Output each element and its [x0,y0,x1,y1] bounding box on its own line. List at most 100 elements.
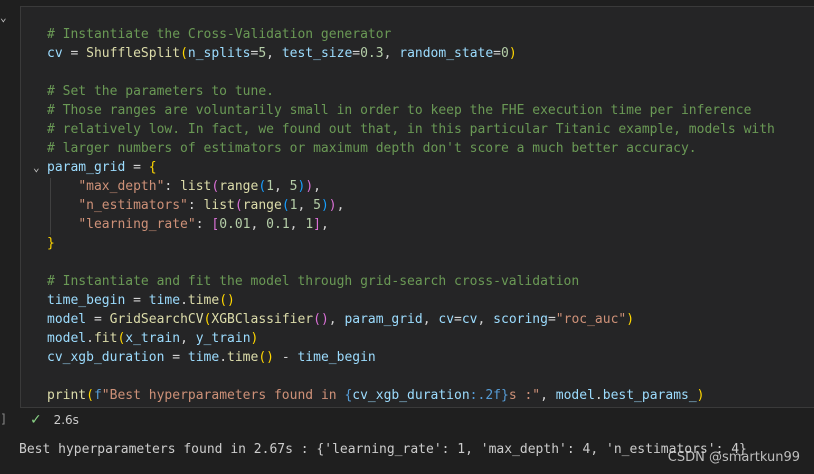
code-token: GridSearchCV [109,312,204,327]
code-line[interactable]: } [47,234,775,253]
code-token: = [86,312,110,327]
code-token: () [313,312,329,327]
code-line[interactable]: model.fit(x_train, y_train) [47,329,775,348]
chevron-down-icon[interactable]: ⌄ [0,12,12,24]
code-token: , [180,331,196,346]
code-token: ( [234,198,243,213]
code-token: 1 [266,179,274,194]
execution-duration: 2.6s [53,413,79,427]
code-token: 5 [313,198,321,213]
code-token: ( [281,198,290,213]
code-token: = [164,350,188,365]
code-token: ) [626,312,635,327]
code-token: , [328,312,345,327]
code-token: range [242,198,282,213]
code-line[interactable]: cv_xgb_duration = time.time() - time_beg… [47,348,775,367]
code-line[interactable]: "n_estimators": list(range(1, 5)), [47,196,775,215]
code-line[interactable]: # relatively low. In fact, we found out … [47,120,775,139]
code-token: time [187,293,220,308]
code-line[interactable] [47,367,775,386]
code-token: = [125,160,149,175]
code-line[interactable]: print(f"Best hyperparameters found in {c… [47,386,775,405]
code-token: } [47,236,55,251]
code-line[interactable]: # Instantiate the Cross-Validation gener… [47,25,775,44]
code-line[interactable]: model = GridSearchCV(XGBClassifier(), pa… [47,310,775,329]
code-token: ) [250,331,259,346]
code-token: . [180,293,188,308]
code-token: scoring [493,312,548,327]
code-token: "n_estimators" [78,198,188,213]
code-editor[interactable]: # Instantiate the Cross-Validation gener… [47,25,775,405]
code-token: . [86,331,94,346]
code-token: = [62,46,87,61]
code-token: fit [93,331,118,346]
code-token: y_train [195,331,251,346]
code-line[interactable]: # Instantiate and fit the model through … [47,272,775,291]
code-token: # Those ranges are voluntarily small in … [47,103,752,118]
code-token: 0.3 [360,46,384,61]
code-token: list [203,198,235,213]
code-token: time [148,293,181,308]
code-token: cv [461,312,478,327]
code-token: :.2f [469,388,501,403]
code-token: ( [258,179,267,194]
cell-marker: ] [0,412,8,426]
code-token: 0.1 [266,217,290,232]
code-token: . [594,388,603,403]
code-line[interactable]: "max_depth": list(range(1, 5)), [47,177,775,196]
code-line[interactable] [47,63,775,82]
code-token: param_grid [47,160,126,175]
code-token: "Best hyperparameters found in [101,388,345,403]
code-token: print [47,388,87,403]
code-token: random_state [399,46,494,61]
code-token: cv_xgb_duration [352,388,470,403]
code-token: best_params_ [602,388,697,403]
code-token: , [383,46,400,61]
code-token: ( [86,388,94,403]
code-token: # larger numbers of estimators or maximu… [47,141,697,156]
code-token: { [148,160,157,175]
code-token: param_grid [344,312,423,327]
code-line[interactable]: # Set the parameters to tune. [47,82,775,101]
notebook-page: ⌄ ⌄ # Instantiate the Cross-Validation g… [0,0,814,474]
code-token: "learning_rate" [78,217,196,232]
code-token: : [187,198,204,213]
code-line[interactable] [47,253,775,272]
code-token: x_train [125,331,181,346]
code-line[interactable]: cv = ShuffleSplit(n_splits=5, test_size=… [47,44,775,63]
code-line[interactable]: # larger numbers of estimators or maximu… [47,139,775,158]
code-token: cv [438,312,455,327]
code-token: , [250,217,267,232]
code-token: cv [47,46,63,61]
cell-gutter [0,6,6,410]
code-token: = [125,293,149,308]
code-token: time [187,350,220,365]
code-token: = [454,312,462,327]
code-token: = [493,46,501,61]
code-line[interactable]: # Those ranges are voluntarily small in … [47,101,775,120]
fold-chevron-icon[interactable]: ⌄ [33,162,40,174]
code-token: , [477,312,494,327]
code-token: model [47,312,87,327]
code-line[interactable]: param_grid = { [47,158,775,177]
code-token: , [540,388,556,403]
code-token: ) [508,46,517,61]
code-token: # Instantiate and fit the model through … [47,274,580,289]
code-token: ) [320,198,329,213]
code-token: = [547,312,556,327]
code-token: : [195,217,212,232]
code-token: , [274,179,290,194]
code-token: # Set the parameters to tune. [47,84,274,99]
code-token: # Instantiate the Cross-Validation gener… [47,27,392,42]
code-token: () [258,350,274,365]
code-token: () [219,293,235,308]
code-token: time [227,350,259,365]
code-token: ) [696,388,705,403]
code-line[interactable]: time_begin = time.time() [47,291,775,310]
code-line[interactable]: "learning_rate": [0.01, 0.1, 1], [47,215,775,234]
code-token: . [219,350,228,365]
cell-output: Best hyperparameters found in 2.67s : {'… [19,442,747,457]
